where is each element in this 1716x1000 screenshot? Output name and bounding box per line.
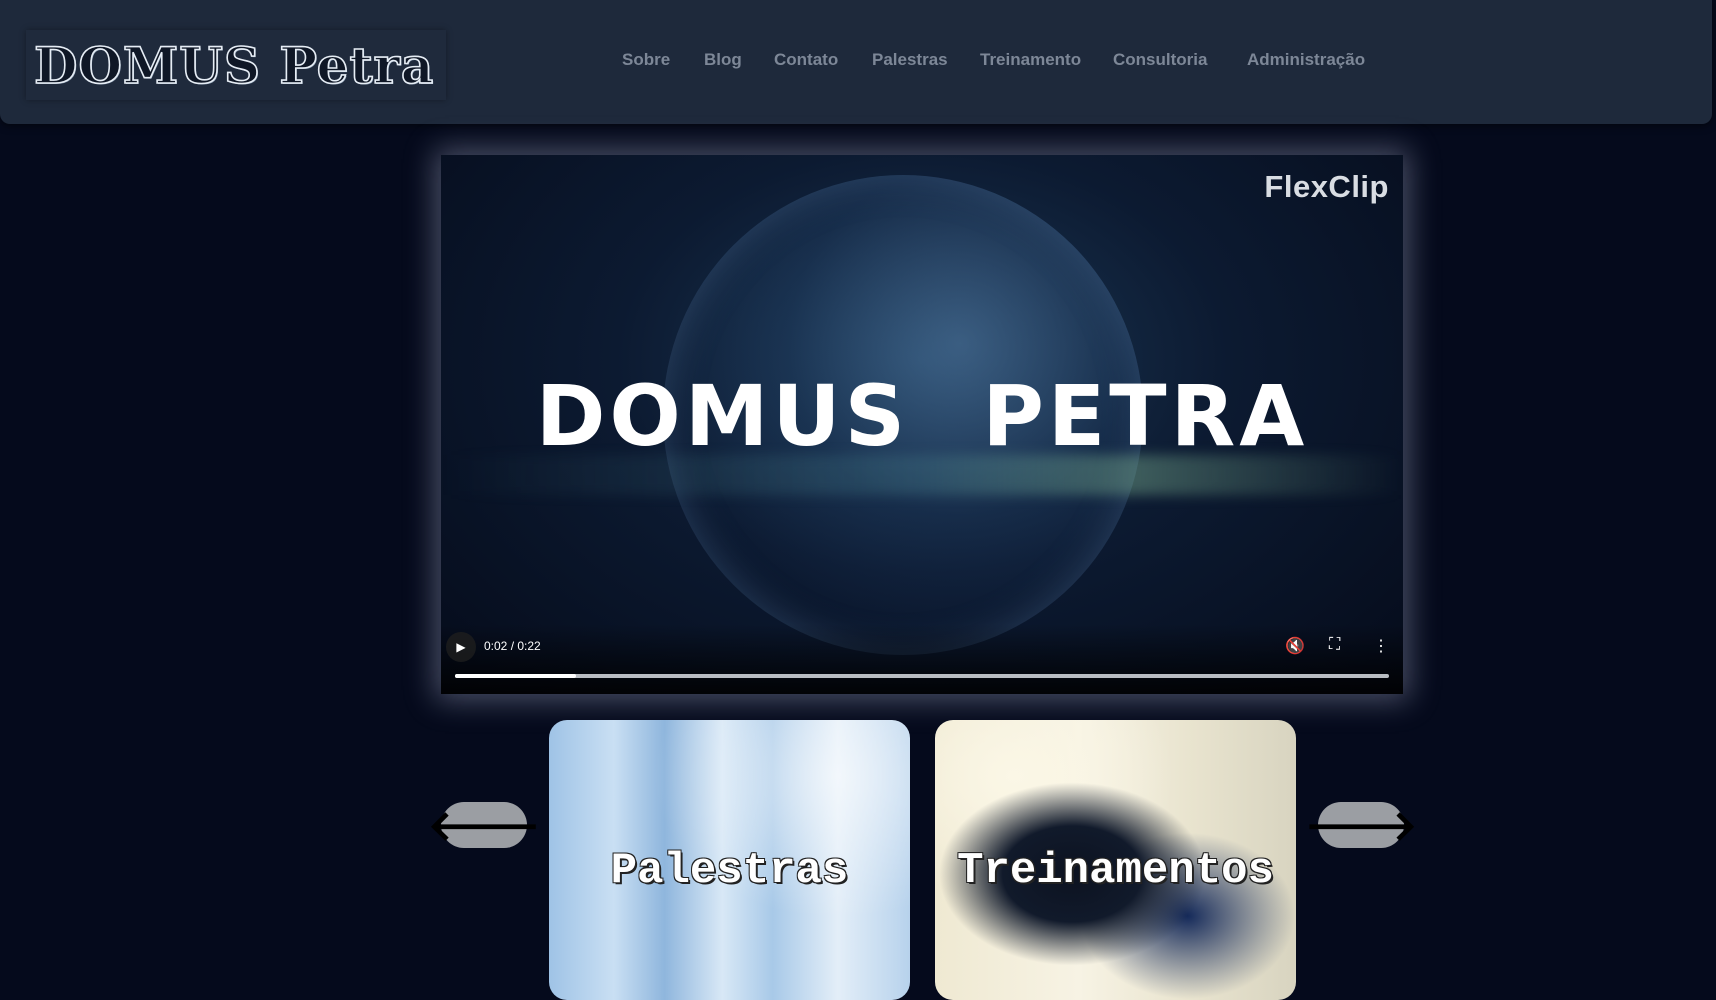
nav-link-contato[interactable]: Contato <box>774 50 838 70</box>
nav-link-administracao[interactable]: Administração <box>1247 50 1365 70</box>
volume-muted-icon[interactable]: 🔇 <box>1285 636 1305 656</box>
nav-link-consultoria[interactable]: Consultoria <box>1113 50 1207 70</box>
logo-text: DOMUS Petra <box>33 35 435 96</box>
card-treinamentos[interactable]: Treinamentos <box>935 720 1296 1000</box>
card-palestras[interactable]: Palestras <box>549 720 910 1000</box>
nav-link-blog[interactable]: Blog <box>704 50 742 70</box>
fullscreen-icon[interactable]: ⛶ <box>1329 636 1340 654</box>
seek-bar[interactable] <box>455 674 1389 678</box>
intro-video-player[interactable]: FlexClip DOMUS PETRA ▶ 0:02 / 0:22 🔇 ⛶ ⋮ <box>441 155 1403 694</box>
site-logo[interactable]: DOMUS Petra <box>26 30 446 100</box>
more-options-icon[interactable]: ⋮ <box>1373 636 1389 656</box>
play-icon[interactable]: ▶ <box>446 632 476 662</box>
card-title: Palestras <box>610 846 849 896</box>
video-time: 0:02 / 0:22 <box>484 639 541 653</box>
video-controls: ▶ 0:02 / 0:22 🔇 ⛶ ⋮ <box>441 624 1403 694</box>
nav-link-sobre[interactable]: Sobre <box>622 50 670 70</box>
seek-bar-progress <box>455 674 577 678</box>
top-navbar: DOMUS Petra Sobre Blog Contato Palestras… <box>0 0 1712 124</box>
arrow-right-icon[interactable]: 🡒 <box>1305 802 1418 849</box>
video-title-text: DOMUS PETRA <box>535 367 1309 465</box>
arrow-left-icon[interactable]: 🡐 <box>428 802 541 849</box>
nav-link-palestras[interactable]: Palestras <box>872 50 948 70</box>
nav-link-treinamento[interactable]: Treinamento <box>980 50 1081 70</box>
card-title: Treinamentos <box>957 846 1274 896</box>
flexclip-watermark: FlexClip <box>1264 169 1389 204</box>
